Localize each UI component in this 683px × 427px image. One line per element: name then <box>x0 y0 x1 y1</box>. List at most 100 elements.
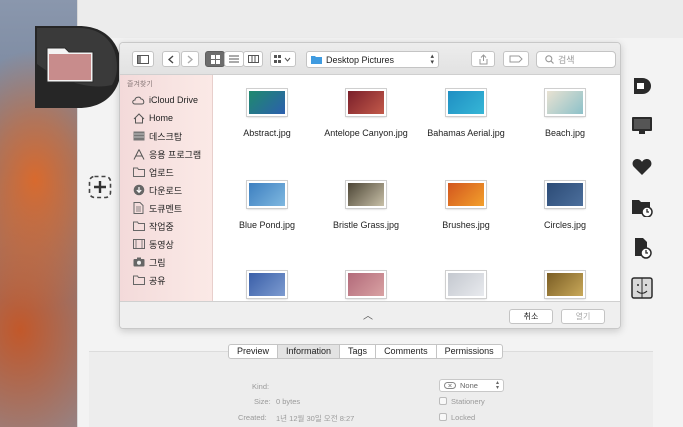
sidebar-toggle-button[interactable] <box>132 51 154 67</box>
locked-checkbox[interactable]: Locked <box>439 413 475 422</box>
label-color-popup[interactable]: None ▴ ▾ <box>439 379 504 392</box>
sidebar-item-label: 그림 <box>149 257 166 268</box>
folder-icon <box>132 274 145 286</box>
icon-view-button[interactable] <box>205 51 225 67</box>
favorites-heart-icon[interactable] <box>628 153 656 181</box>
add-location-icon[interactable] <box>88 175 112 199</box>
file-item[interactable]: Circles.jpg <box>520 181 610 231</box>
file-thumbnail <box>346 89 386 116</box>
file-thumbnail <box>545 89 585 116</box>
file-item[interactable] <box>421 271 511 298</box>
sidebar-item-pictures[interactable]: 그림 <box>132 254 166 270</box>
kind-label: Kind: <box>252 382 270 391</box>
recent-folders-icon[interactable] <box>628 193 656 221</box>
sidebar-item-label: 업로드 <box>149 167 174 178</box>
desktop-icon <box>132 130 145 142</box>
file-item[interactable]: Bristle Grass.jpg <box>321 181 411 231</box>
file-item[interactable]: Antelope Canyon.jpg <box>321 89 411 139</box>
tab-tags[interactable]: Tags <box>340 345 377 358</box>
info-pane <box>89 351 653 427</box>
sidebar-item-downloads[interactable]: 다운로드 <box>132 182 182 198</box>
created-value: 1년 12월 30일 오전 8:27 <box>276 414 355 423</box>
open-button[interactable]: 열기 <box>561 309 605 324</box>
file-name: Abstract.jpg <box>243 128 291 138</box>
column-view-button[interactable] <box>243 51 263 67</box>
file-thumbnail <box>346 181 386 208</box>
checkbox-icon <box>439 397 447 405</box>
sidebar-heading: 즐겨찾기 <box>127 81 153 88</box>
file-item[interactable] <box>520 271 610 298</box>
sidebar-item-label: 공유 <box>149 275 166 286</box>
file-item[interactable]: Abstract.jpg <box>222 89 312 139</box>
file-thumbnail <box>247 271 287 298</box>
file-name: Brushes.jpg <box>442 220 490 230</box>
tag-clear-icon <box>444 382 456 389</box>
popup-arrows-icon: ▴ ▾ <box>495 380 499 391</box>
open-file-dialog: Desktop Pictures ▴ ▾ 검색 즐겨찾기 iCloud Drive… <box>119 42 621 329</box>
sidebar-item-upload[interactable]: 업로드 <box>132 164 174 180</box>
stationery-checkbox[interactable]: Stationery <box>439 397 485 406</box>
sidebar-item-label: 응용 프로그램 <box>149 149 202 160</box>
sidebar-item-movies[interactable]: 동영상 <box>132 236 174 252</box>
stationery-label: Stationery <box>451 397 485 406</box>
sidebar-item-home[interactable]: Home <box>132 110 173 126</box>
search-field[interactable]: 검색 <box>536 51 616 68</box>
dialog-sidebar: 즐겨찾기 iCloud Drive Home 데스크탑 응용 프로그램 업로드 … <box>120 75 213 301</box>
file-name: Bristle Grass.jpg <box>332 220 400 230</box>
file-thumbnail <box>545 271 585 298</box>
finder-icon[interactable] <box>628 274 656 302</box>
file-name: Circles.jpg <box>543 220 586 230</box>
download-icon <box>132 184 145 196</box>
cancel-button[interactable]: 취소 <box>509 309 553 324</box>
location-popup[interactable]: Desktop Pictures ▴ ▾ <box>306 51 439 68</box>
list-view-button[interactable] <box>224 51 244 67</box>
label-color-value: None <box>460 381 478 390</box>
tab-comments[interactable]: Comments <box>376 345 437 358</box>
window-top-strip <box>78 0 683 38</box>
folder-icon <box>311 56 322 64</box>
back-button[interactable] <box>162 51 180 67</box>
file-item[interactable]: Beach.jpg <box>520 89 610 139</box>
sidebar-item-label: 동영상 <box>149 239 174 250</box>
default-folder-icon[interactable] <box>628 72 656 100</box>
location-label: Desktop Pictures <box>326 54 395 65</box>
desktop-icon[interactable] <box>628 112 656 140</box>
sidebar-item-shared[interactable]: 공유 <box>132 272 166 288</box>
file-thumbnail <box>446 89 486 116</box>
sidebar-item-desktop[interactable]: 데스크탑 <box>132 128 182 144</box>
camera-icon <box>132 256 145 268</box>
share-button[interactable] <box>471 51 495 67</box>
tag-button[interactable] <box>503 51 529 67</box>
file-thumbnail <box>247 89 287 116</box>
home-icon <box>132 112 145 124</box>
sidebar-item-label: 다운로드 <box>149 185 183 196</box>
sidebar-item-icloud-drive[interactable]: iCloud Drive <box>132 92 198 108</box>
file-item[interactable]: Blue Pond.jpg <box>222 181 312 231</box>
forward-button[interactable] <box>181 51 199 67</box>
sidebar-item-applications[interactable]: 응용 프로그램 <box>132 146 201 162</box>
file-item[interactable]: Bahamas Aerial.jpg <box>421 89 511 139</box>
document-icon <box>132 202 145 214</box>
recent-files-icon[interactable] <box>628 234 656 262</box>
sidebar-item-working[interactable]: 작업중 <box>132 218 174 234</box>
folder-icon <box>132 166 145 178</box>
file-item[interactable] <box>321 271 411 298</box>
file-name: Antelope Canyon.jpg <box>324 128 408 138</box>
size-label: Size: <box>254 397 271 406</box>
sidebar-item-label: Home <box>149 113 174 123</box>
folder-icon <box>132 220 145 232</box>
tab-information[interactable]: Information <box>278 345 341 358</box>
tab-permissions[interactable]: Permissions <box>437 345 502 358</box>
cloud-icon <box>132 94 145 106</box>
file-item[interactable]: Brushes.jpg <box>421 181 511 231</box>
file-thumbnail <box>545 181 585 208</box>
file-item[interactable] <box>222 271 312 298</box>
sidebar-item-documents[interactable]: 도큐멘트 <box>132 200 182 216</box>
collapse-chevron-icon[interactable]: ︿ <box>363 307 373 322</box>
dialog-toolbar: Desktop Pictures ▴ ▾ 검색 <box>120 43 620 75</box>
app-logo-icon <box>31 24 123 110</box>
checkbox-icon <box>439 413 447 421</box>
tab-preview[interactable]: Preview <box>229 345 279 358</box>
arrange-menu-button[interactable] <box>270 51 296 67</box>
movies-icon <box>132 238 145 250</box>
